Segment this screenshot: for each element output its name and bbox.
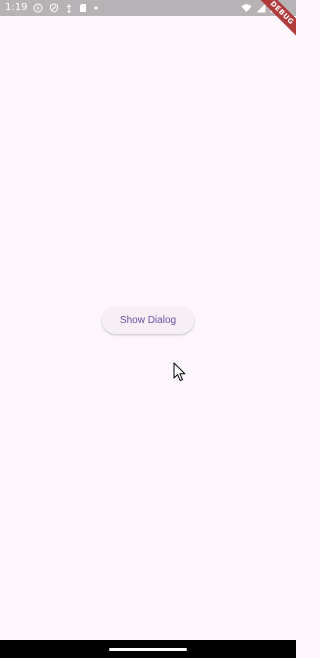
status-left: 1:19 (5, 0, 99, 16)
navigation-bar (0, 640, 296, 658)
show-dialog-button[interactable]: Show Dialog (102, 307, 194, 334)
info-icon (33, 3, 43, 13)
usb-icon (67, 4, 72, 13)
status-time: 1:19 (5, 2, 28, 13)
dot-icon (94, 6, 99, 10)
shield-icon (50, 3, 59, 13)
status-bar: 1:19 (0, 0, 296, 16)
app-screen: 1:19 DEBUG Show Dialog (0, 0, 296, 658)
home-handle[interactable] (109, 648, 187, 651)
mouse-pointer-icon (173, 362, 186, 382)
wifi-icon (241, 4, 252, 12)
sd-card-icon (80, 4, 87, 12)
